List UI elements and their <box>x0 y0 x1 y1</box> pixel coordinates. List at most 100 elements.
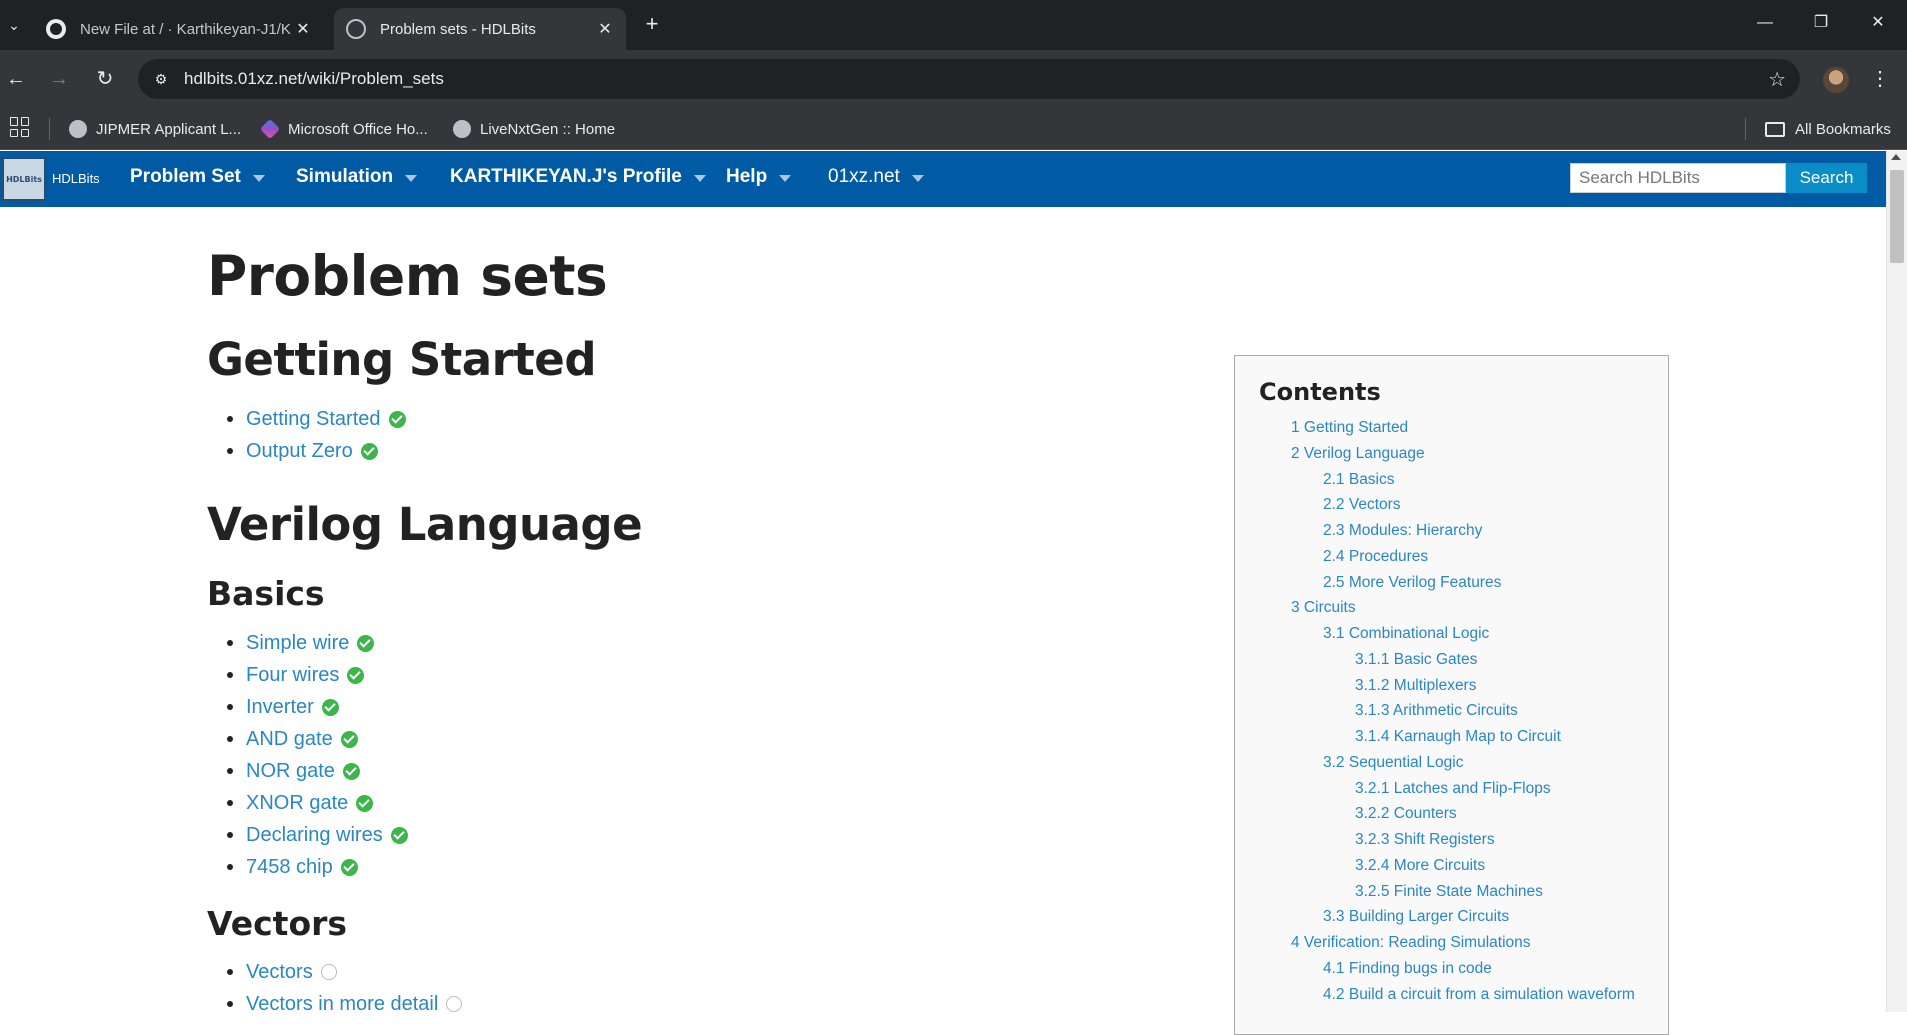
bookmark-label: LiveNxtGen :: Home <box>480 120 616 138</box>
problem-link[interactable]: Vectors in more detail <box>246 993 438 1016</box>
apps-grid-icon[interactable] <box>10 117 30 137</box>
list-item: NOR gate <box>227 755 408 787</box>
problem-link[interactable]: 7458 chip <box>246 856 333 879</box>
browser-tab-hdlbits[interactable]: Problem sets - HDLBits ✕ <box>334 8 626 50</box>
problem-link[interactable]: XNOR gate <box>246 792 348 815</box>
forward-button[interactable]: → <box>44 64 74 94</box>
list-item: XNOR gate <box>227 787 408 819</box>
check-icon <box>356 794 374 812</box>
toc-link[interactable]: 2 Verilog Language <box>1291 445 1425 462</box>
bookmark-microsoft-office[interactable]: Microsoft Office Ho... <box>259 116 428 142</box>
toc-link[interactable]: 3.1.1 Basic Gates <box>1355 651 1477 668</box>
scrollbar-thumb[interactable] <box>1890 170 1904 263</box>
bookmark-jipmer[interactable]: JIPMER Applicant L... <box>69 116 241 142</box>
new-tab-button[interactable]: + <box>640 12 664 36</box>
toc-link[interactable]: 3.2.2 Counters <box>1355 805 1457 822</box>
nav-profile[interactable]: KARTHIKEYAN.J's Profile <box>450 166 706 188</box>
browser-menu-icon[interactable]: ⋮ <box>1870 64 1890 94</box>
page-scrollbar[interactable] <box>1886 151 1907 1012</box>
toc-link[interactable]: 4.1 Finding bugs in code <box>1323 960 1492 977</box>
nav-01xz[interactable]: 01xz.net <box>828 166 924 188</box>
problem-link[interactable]: Vectors <box>246 961 313 984</box>
nav-label: Problem Set <box>130 166 241 187</box>
toc-item: 2.4 Procedures <box>1235 545 1668 571</box>
toc-item: 4.1 Finding bugs in code <box>1235 957 1668 983</box>
toc-link[interactable]: 2.2 Vectors <box>1323 496 1401 513</box>
toc-link[interactable]: 2.4 Procedures <box>1323 548 1428 565</box>
problem-link[interactable]: Simple wire <box>246 632 349 655</box>
toc-item: 3.2.3 Shift Registers <box>1235 828 1668 854</box>
toc-link[interactable]: 3 Circuits <box>1291 599 1356 616</box>
problem-link[interactable]: Getting Started <box>246 408 381 431</box>
toc-link[interactable]: 3.1 Combinational Logic <box>1323 625 1489 642</box>
scroll-up-arrow-icon[interactable] <box>1891 154 1901 160</box>
close-icon[interactable]: ✕ <box>596 19 614 39</box>
check-icon <box>342 762 360 780</box>
bookmark-label: Microsoft Office Ho... <box>288 120 428 138</box>
search-input[interactable] <box>1570 163 1786 193</box>
bookmark-label: JIPMER Applicant L... <box>96 120 242 138</box>
close-icon[interactable]: ✕ <box>294 19 312 39</box>
toc-link[interactable]: 2.3 Modules: Hierarchy <box>1323 522 1482 539</box>
toc-link[interactable]: 2.1 Basics <box>1323 471 1395 488</box>
site-name[interactable]: HDLBits <box>52 171 100 186</box>
toc-item: 3.2.2 Counters <box>1235 802 1668 828</box>
browser-tab-github[interactable]: New File at / · Karthikeyan-J1/K ✕ <box>34 8 324 50</box>
site-info-icon[interactable]: ⚙ <box>150 68 172 90</box>
list-item: Output Zero <box>227 435 406 467</box>
problem-link[interactable]: Output Zero <box>246 440 353 463</box>
problem-link[interactable]: Inverter <box>246 696 314 719</box>
nav-problem-set[interactable]: Problem Set <box>130 166 265 188</box>
toc-item: 3.1.2 Multiplexers <box>1235 674 1668 700</box>
tab-search-icon[interactable]: ⌄ <box>2 10 26 40</box>
toc-link[interactable]: 3.2 Sequential Logic <box>1323 754 1463 771</box>
window-close-button[interactable]: ✕ <box>1858 8 1898 38</box>
all-bookmarks-button[interactable]: All Bookmarks <box>1765 116 1891 142</box>
globe-icon <box>346 19 366 39</box>
reload-button[interactable]: ↻ <box>90 64 120 94</box>
problem-link[interactable]: Four wires <box>246 664 339 687</box>
toc-link[interactable]: 3.2.1 Latches and Flip-Flops <box>1355 780 1551 797</box>
list-item: Four wires <box>227 659 408 691</box>
nav-help[interactable]: Help <box>726 166 792 188</box>
toc-link[interactable]: 3.2.3 Shift Registers <box>1355 831 1495 848</box>
toc-link[interactable]: 3.2.4 More Circuits <box>1355 857 1485 874</box>
unsolved-circle-icon <box>446 996 463 1012</box>
nav-label: Simulation <box>296 166 394 187</box>
bookmark-livenxtgen[interactable]: LiveNxtGen :: Home <box>453 116 615 142</box>
check-icon <box>388 410 406 428</box>
toc-item: 2.5 More Verilog Features <box>1235 571 1668 597</box>
vectors-list: Vectors Vectors in more detail <box>227 956 463 1020</box>
github-icon <box>46 19 66 39</box>
nav-simulation[interactable]: Simulation <box>296 166 418 188</box>
toc-link[interactable]: 3.1.4 Karnaugh Map to Circuit <box>1355 728 1561 745</box>
url-text[interactable]: hdlbits.01xz.net/wiki/Problem_sets <box>184 69 444 89</box>
toc-link[interactable]: 3.3 Building Larger Circuits <box>1323 908 1509 925</box>
toc-link[interactable]: 3.1.2 Multiplexers <box>1355 677 1476 694</box>
bookmark-star-icon[interactable]: ☆ <box>1768 67 1786 92</box>
hdlbits-logo[interactable]: HDLBits <box>2 157 46 201</box>
toc-link[interactable]: 4.2 Build a circuit from a simulation wa… <box>1323 986 1635 1003</box>
caret-down-icon <box>252 174 265 182</box>
problem-link[interactable]: Declaring wires <box>246 824 383 847</box>
problem-link[interactable]: NOR gate <box>246 760 335 783</box>
toc-link[interactable]: 3.2.5 Finite State Machines <box>1355 883 1543 900</box>
problem-link[interactable]: AND gate <box>246 728 333 751</box>
list-item: Inverter <box>227 691 408 723</box>
back-button[interactable]: ← <box>1 64 31 94</box>
nav-label: 01xz.net <box>828 166 900 187</box>
search-button[interactable]: Search <box>1786 163 1867 193</box>
toc-link[interactable]: 1 Getting Started <box>1291 419 1408 436</box>
restore-button[interactable]: ❐ <box>1801 8 1841 38</box>
toc-link[interactable]: 4 Verification: Reading Simulations <box>1291 934 1531 951</box>
profile-avatar[interactable] <box>1823 67 1849 93</box>
check-icon <box>360 442 378 460</box>
address-bar[interactable]: ⚙ hdlbits.01xz.net/wiki/Problem_sets ☆ <box>138 59 1800 99</box>
section-heading-getting-started: Getting Started <box>207 333 597 386</box>
check-icon <box>340 730 358 748</box>
minimize-button[interactable]: — <box>1745 8 1785 38</box>
toc-link[interactable]: 3.1.3 Arithmetic Circuits <box>1355 702 1518 719</box>
toc-link[interactable]: 2.5 More Verilog Features <box>1323 574 1501 591</box>
toc-item: 2.3 Modules: Hierarchy <box>1235 519 1668 545</box>
folder-icon <box>1765 121 1785 137</box>
